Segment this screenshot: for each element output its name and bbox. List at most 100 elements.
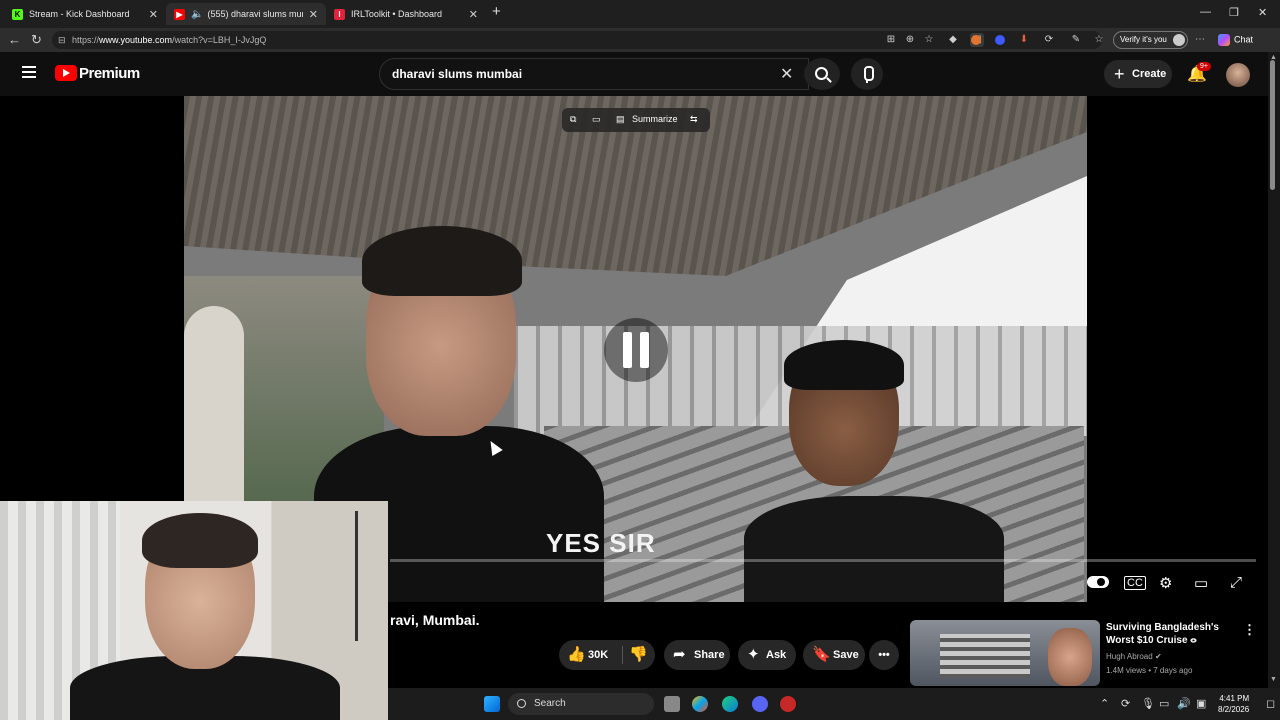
taskbar-clock[interactable]: 4:41 PM 8/2/2026 (1218, 693, 1249, 715)
new-tab-icon[interactable]: + (492, 3, 501, 20)
clear-search-icon[interactable]: ✕ (780, 64, 793, 84)
screenshot-icon[interactable]: ⊞ (884, 33, 898, 47)
extensions-icon[interactable]: ✎ (1069, 33, 1083, 47)
edge-browser-icon[interactable] (722, 696, 738, 712)
save-button[interactable]: 🔖 Save (803, 640, 865, 670)
tab-label: (555) dharavi slums mumbai (207, 9, 302, 19)
close-tab-icon[interactable]: ✕ (309, 8, 318, 21)
sparkle-icon: ✦ (747, 646, 760, 663)
like-icon[interactable]: 👍 (567, 640, 586, 670)
youtube-logo-icon[interactable] (55, 65, 77, 81)
video-scene (784, 340, 904, 390)
more-menu-icon[interactable]: ⋯ (1193, 33, 1207, 47)
speaker-icon[interactable]: 🔈 (191, 9, 203, 20)
tab-label: IRLToolkit • Dashboard (351, 9, 443, 19)
tab-kick-dashboard[interactable]: K Stream - Kick Dashboard ✕ (4, 3, 166, 25)
theater-mode-icon[interactable]: ▭ (1194, 574, 1208, 592)
refresh-icon[interactable]: ↻ (31, 32, 42, 48)
back-icon[interactable]: ← (8, 32, 21, 47)
fullscreen-icon[interactable]: ⤢ (1230, 574, 1242, 591)
collections-icon[interactable]: ☆ (1092, 33, 1106, 47)
tray-volume-icon[interactable]: 🔊 (1177, 697, 1191, 710)
video-progress-bar[interactable] (390, 559, 1256, 562)
scrollbar-thumb[interactable] (1270, 60, 1275, 190)
verify-button[interactable]: Verify it's you (1113, 31, 1188, 49)
windows-taskbar: Search ⌃ ⟳ 🎙 ▭ 🔊 ▣ 4:41 PM 8/2/2026 ◻ (388, 688, 1280, 720)
webcam-overlay (0, 501, 388, 720)
zoom-icon[interactable]: ⊕ (903, 33, 917, 47)
task-view-icon[interactable] (664, 696, 680, 712)
settings-gear-icon[interactable]: ⚙ (1159, 574, 1172, 592)
tray-network-icon[interactable]: ▣ (1196, 697, 1206, 710)
suggested-video-thumbnail[interactable] (910, 620, 1100, 686)
download-icon[interactable]: ⬇ (1017, 33, 1031, 47)
url-bar[interactable]: ⊟ https://www.youtube.com/watch?v=LBH_I-… (52, 31, 1102, 49)
like-count[interactable]: 30K (588, 640, 608, 670)
more-actions-button[interactable]: ••• (869, 640, 899, 670)
share-icon: ➦ (673, 646, 686, 663)
autoplay-toggle[interactable] (1087, 576, 1109, 588)
youtube-premium-logo[interactable]: Premium (79, 65, 140, 82)
summarize-button[interactable]: Summarize (632, 114, 678, 124)
tray-display-icon[interactable]: ▭ (1159, 697, 1169, 710)
site-info-icon[interactable]: ⊟ (58, 31, 66, 49)
search-input[interactable]: dharavi slums mumbai (379, 58, 809, 90)
irltoolkit-icon: I (334, 8, 345, 20)
tab-youtube[interactable]: ▶ 🔈 (555) dharavi slums mumbai ✕ (166, 3, 326, 25)
divider (622, 646, 623, 664)
url-path: /watch?v=LBH_I-JvJgQ (172, 35, 267, 45)
suggested-video-channel[interactable]: Hugh Abroad ✔ (1106, 652, 1162, 661)
shield-icon[interactable]: ◆ (946, 33, 960, 47)
url-prefix: https:// (72, 35, 100, 45)
scroll-up-icon[interactable]: ▲ (1270, 54, 1277, 61)
extension-blue-icon[interactable] (995, 35, 1005, 45)
translate-icon[interactable]: ⇆ (690, 114, 698, 125)
suggested-video-title-suffix: ⭖ (1190, 636, 1197, 645)
scroll-down-icon[interactable]: ▼ (1270, 676, 1277, 683)
obs-icon[interactable] (780, 696, 796, 712)
pip-icon[interactable]: ⧉ (570, 114, 576, 125)
notifications-center-icon[interactable]: ◻ (1266, 697, 1275, 710)
dislike-icon[interactable]: 👎 (629, 640, 648, 670)
tab-label: Stream - Kick Dashboard (29, 9, 130, 19)
search-button[interactable] (804, 58, 840, 90)
copilot-taskbar-icon[interactable] (692, 696, 708, 712)
close-tab-icon[interactable]: ✕ (469, 8, 478, 21)
ask-button[interactable]: ✦ Ask (738, 640, 796, 670)
taskbar-search[interactable]: Search (508, 693, 654, 715)
favorite-icon[interactable]: ☆ (922, 33, 936, 47)
windows-start-icon[interactable] (484, 696, 500, 712)
webcam-scene (355, 511, 358, 641)
cast-icon[interactable]: ▭ (592, 114, 601, 125)
maximize-icon[interactable]: ❐ (1229, 6, 1239, 19)
suggested-video-title[interactable]: Surviving Bangladesh's Worst $10 Cruise … (1106, 621, 1246, 647)
sync-icon[interactable]: ⟳ (1042, 33, 1056, 47)
tray-overflow-icon[interactable]: ⌃ (1100, 697, 1109, 710)
voice-search-button[interactable] (851, 58, 883, 90)
kebab-menu-icon[interactable]: ⋮ (1243, 622, 1256, 638)
copilot-chat-button[interactable]: Chat (1218, 34, 1253, 46)
account-avatar[interactable] (1226, 63, 1250, 87)
tray-sync-icon[interactable]: ⟳ (1121, 697, 1130, 710)
pause-icon[interactable] (604, 318, 668, 382)
create-label: Create (1132, 68, 1167, 80)
bookmark-icon: 🔖 (812, 646, 831, 663)
minimize-icon[interactable]: — (1200, 6, 1211, 18)
close-window-icon[interactable]: ✕ (1258, 6, 1267, 19)
youtube-icon: ▶ (174, 8, 185, 20)
create-button[interactable]: + Create (1104, 60, 1172, 88)
summarize-icon[interactable]: ▤ (616, 114, 625, 125)
captions-icon[interactable]: CC (1124, 576, 1146, 590)
menu-icon[interactable] (22, 66, 36, 78)
video-title: ravi, Mumbai. (390, 612, 480, 628)
share-button[interactable]: ➦ Share (664, 640, 730, 670)
tab-irltoolkit[interactable]: I IRLToolkit • Dashboard ✕ (326, 3, 486, 25)
more-horizontal-icon: ••• (878, 649, 890, 661)
discord-icon[interactable] (752, 696, 768, 712)
close-tab-icon[interactable]: ✕ (149, 8, 158, 21)
plus-icon: + (1114, 64, 1125, 84)
tray-mic-icon[interactable]: 🎙 (1141, 697, 1155, 710)
suggested-video-title-text: Surviving Bangladesh's Worst $10 Cruise (1106, 622, 1219, 646)
metamask-icon[interactable] (971, 35, 981, 45)
suggested-video-meta: 1.4M views • 7 days ago (1106, 666, 1193, 675)
